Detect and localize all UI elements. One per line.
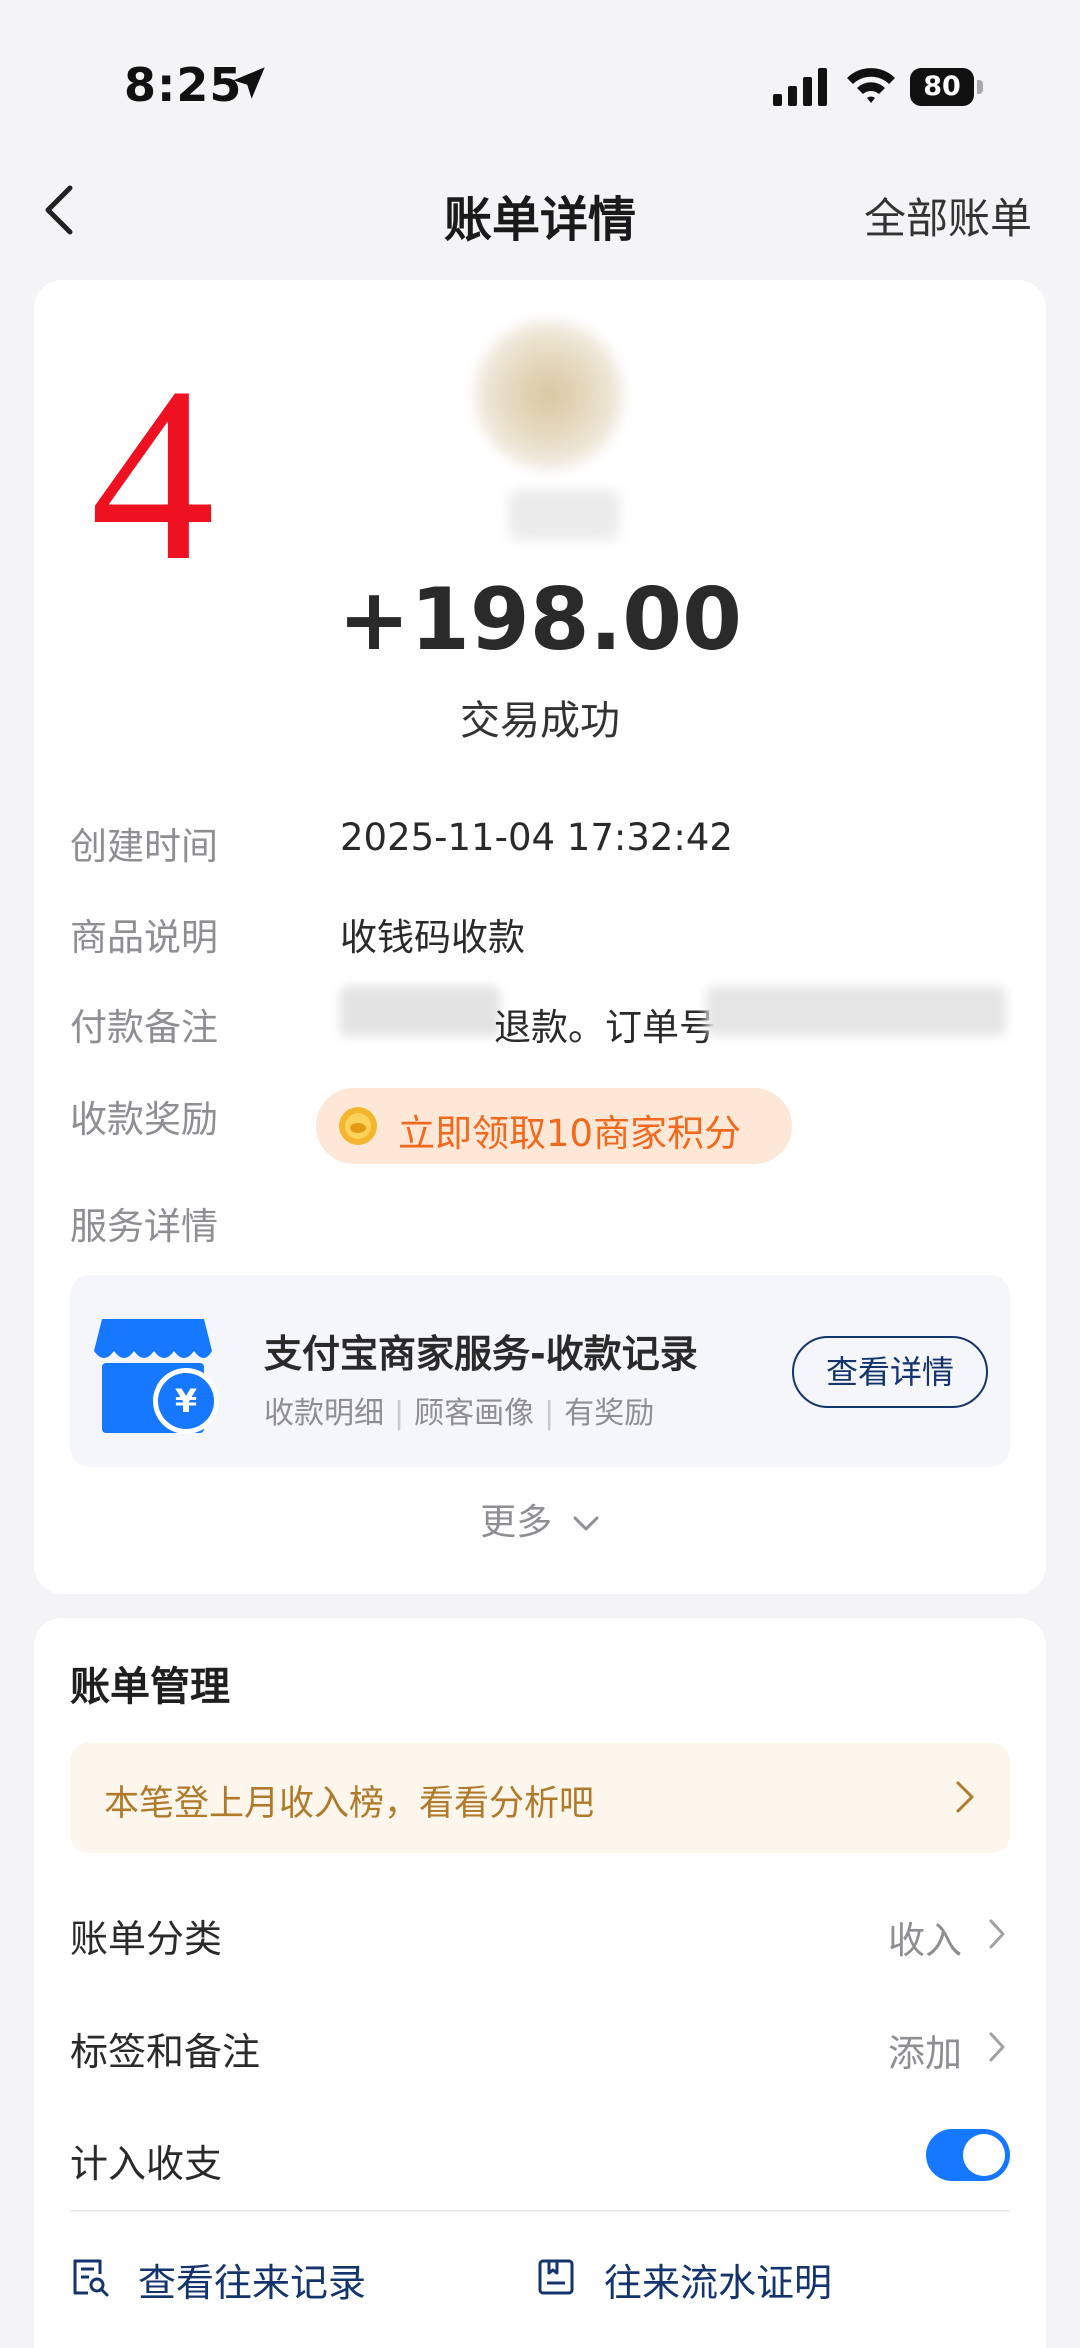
service-tags: 收款明细 | 顾客画像 | 有奖励 — [264, 1396, 655, 1431]
view-details-button[interactable]: 查看详情 — [792, 1336, 988, 1408]
tags-notes-row[interactable]: 标签和备注 添加 — [70, 2001, 1010, 2091]
service-label: 服务详情 — [70, 1205, 218, 1248]
battery-icon: 80 — [910, 68, 983, 106]
include-in-budget-toggle[interactable] — [926, 2129, 1010, 2181]
chevron-right-icon — [989, 1919, 1005, 1949]
all-bills-link[interactable]: 全部账单 — [864, 185, 1032, 246]
payer-avatar — [474, 320, 624, 470]
document-search-icon — [73, 2259, 109, 2297]
remark-value: 退款。订单号 — [494, 1006, 716, 1049]
divider — [70, 2210, 1010, 2212]
transaction-status: 交易成功 — [460, 698, 620, 744]
remark-label: 付款备注 — [70, 1006, 218, 1049]
more-label: 更多 — [480, 1502, 553, 1543]
banner-text: 本笔登上月收入榜，看看分析吧 — [104, 1784, 595, 1824]
view-records-label: 查看往来记录 — [138, 2261, 367, 2305]
product-label: 商品说明 — [70, 916, 218, 959]
include-in-budget-row: 计入收支 — [70, 2113, 1010, 2203]
management-title: 账单管理 — [70, 1664, 230, 1710]
service-tag: 收款明细 — [264, 1396, 384, 1431]
transaction-proof-link[interactable]: 往来流水证明 — [536, 2246, 916, 2306]
income-rank-banner[interactable]: 本笔登上月收入榜，看看分析吧 — [70, 1743, 1010, 1853]
reward-label: 收款奖励 — [70, 1098, 218, 1141]
payer-name-blurred — [509, 490, 619, 540]
transaction-proof-label: 往来流水证明 — [604, 2261, 833, 2305]
nav-bar: 账单详情 全部账单 — [0, 160, 1080, 260]
bill-category-label: 账单分类 — [70, 1917, 223, 1961]
claim-points-button[interactable]: 立即领取10商家积分 — [316, 1088, 792, 1164]
tags-notes-label: 标签和备注 — [70, 2030, 261, 2074]
chevron-right-icon — [989, 2032, 1005, 2062]
transaction-amount: +198.00 — [338, 570, 742, 670]
remark-blurred-start — [340, 986, 500, 1036]
bill-category-value: 收入 — [888, 1919, 962, 1962]
order-number-blurred — [706, 986, 1006, 1036]
tags-notes-value: 添加 — [888, 2032, 962, 2075]
wifi-icon — [847, 68, 895, 103]
status-bar: 8:25 80 — [0, 0, 1080, 150]
include-in-budget-label: 计入收支 — [70, 2142, 223, 2186]
service-title: 支付宝商家服务-收款记录 — [264, 1332, 698, 1376]
chevron-down-icon — [573, 1516, 599, 1531]
bill-detail-card: 4 +198.00 交易成功 创建时间 2025-11-04 17:32:42 … — [34, 280, 1046, 1594]
created-time-label: 创建时间 — [70, 825, 218, 868]
bill-management-card: 账单管理 本笔登上月收入榜，看看分析吧 账单分类 收入 标签和备注 添加 计入收… — [34, 1618, 1046, 2348]
service-tag: 有奖励 — [564, 1396, 655, 1431]
certificate-icon — [538, 2259, 574, 2295]
cellular-signal-icon — [773, 68, 827, 106]
location-arrow-icon — [233, 67, 265, 99]
coin-icon — [339, 1107, 377, 1145]
toggle-knob — [963, 2134, 1005, 2176]
view-records-link[interactable]: 查看往来记录 — [70, 2246, 450, 2306]
status-time: 8:25 — [124, 58, 243, 112]
service-tag: 顾客画像 — [414, 1396, 535, 1431]
created-time-value: 2025-11-04 17:32:42 — [340, 816, 733, 859]
merchant-shop-icon: ¥ — [94, 1319, 219, 1434]
product-value: 收钱码收款 — [340, 916, 525, 959]
merchant-service-card[interactable]: ¥ 支付宝商家服务-收款记录 收款明细 | 顾客画像 | 有奖励 查看详情 — [70, 1275, 1010, 1467]
more-toggle[interactable]: 更多 — [34, 1493, 1046, 1545]
battery-level: 80 — [910, 68, 974, 106]
chevron-right-icon — [956, 1781, 974, 1813]
bill-category-row[interactable]: 账单分类 收入 — [70, 1888, 1010, 1978]
overlay-number: 4 — [90, 336, 215, 613]
svg-text:¥: ¥ — [175, 1382, 197, 1420]
claim-points-label: 立即领取10商家积分 — [398, 1112, 742, 1155]
